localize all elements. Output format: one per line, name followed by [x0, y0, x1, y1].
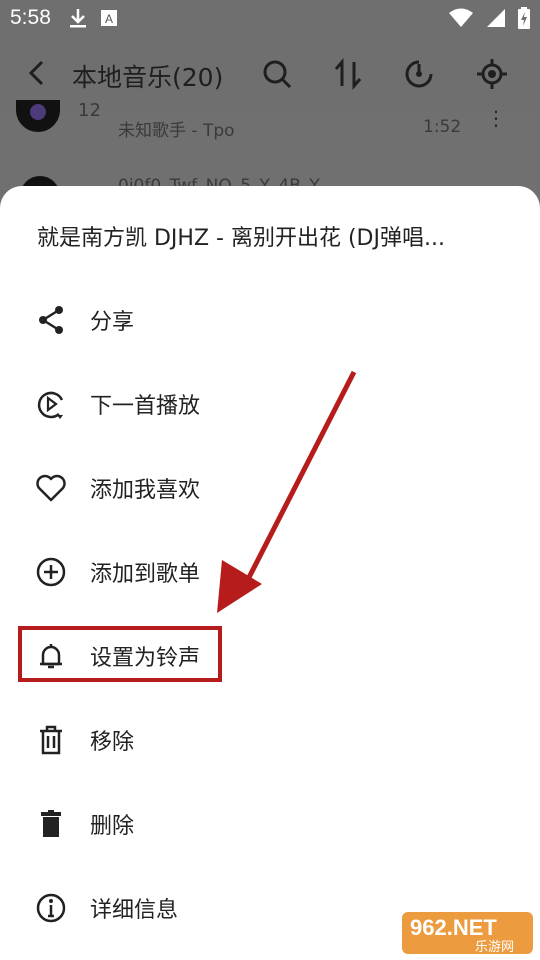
status-time: 5:58	[10, 6, 51, 29]
menu-item-add-favorite[interactable]: 添加我喜欢	[0, 444, 540, 528]
song-duration: 1:52	[423, 117, 462, 137]
signal-icon	[487, 9, 505, 27]
play-next-icon	[37, 391, 64, 419]
menu-item-label: 移除	[90, 730, 135, 755]
page-title: 本地音乐(20)	[72, 63, 224, 92]
watermark-logo: 962.NET 乐游网	[402, 912, 533, 955]
battery-icon	[518, 7, 530, 29]
svg-text:A: A	[105, 12, 113, 26]
song-title: 12	[78, 100, 101, 121]
menu-item-label: 详细信息	[90, 898, 179, 923]
ringtone-highlight-box	[18, 626, 222, 682]
trash-filled-icon	[41, 810, 61, 837]
font-app-icon: A	[101, 10, 117, 26]
menu-item-label: 添加到歌单	[90, 562, 201, 587]
menu-item-label: 添加我喜欢	[90, 478, 201, 503]
locate-icon[interactable]	[476, 58, 508, 90]
trash-outline-icon	[40, 725, 62, 755]
share-icon	[39, 306, 63, 334]
menu-item-label: 下一首播放	[90, 394, 201, 419]
timer-icon[interactable]	[403, 58, 435, 90]
svg-text:乐游网: 乐游网	[475, 940, 514, 955]
wifi-icon	[449, 8, 473, 27]
menu-item-label: 删除	[90, 814, 135, 839]
search-icon[interactable]	[261, 58, 293, 90]
menu-item-remove[interactable]: 移除	[0, 696, 540, 780]
svg-text:962.NET: 962.NET	[410, 915, 497, 940]
info-icon	[36, 893, 66, 923]
menu-item-add-to-playlist[interactable]: 添加到歌单	[0, 528, 540, 612]
download-icon	[70, 9, 86, 28]
song-artist: 未知歌手 - Tpo	[118, 121, 235, 141]
heart-icon	[36, 474, 66, 502]
sort-icon[interactable]	[332, 58, 364, 90]
add-circle-icon	[36, 557, 66, 587]
sheet-song-title: 就是南方凯 DJHZ - 离别开出花 (DJ弹唱...	[37, 226, 445, 251]
menu-item-play-next[interactable]: 下一首播放	[0, 360, 540, 444]
back-icon[interactable]	[24, 58, 52, 88]
more-icon[interactable]: ⋮	[486, 106, 506, 130]
menu-item-share[interactable]: 分享	[0, 276, 540, 360]
menu-item-delete[interactable]: 删除	[0, 780, 540, 864]
status-bar: 5:58 A	[0, 0, 540, 36]
menu-item-label: 分享	[90, 310, 135, 335]
song-options-sheet: 就是南方凯 DJHZ - 离别开出花 (DJ弹唱... 分享 下一首播放 添加我…	[0, 186, 540, 960]
